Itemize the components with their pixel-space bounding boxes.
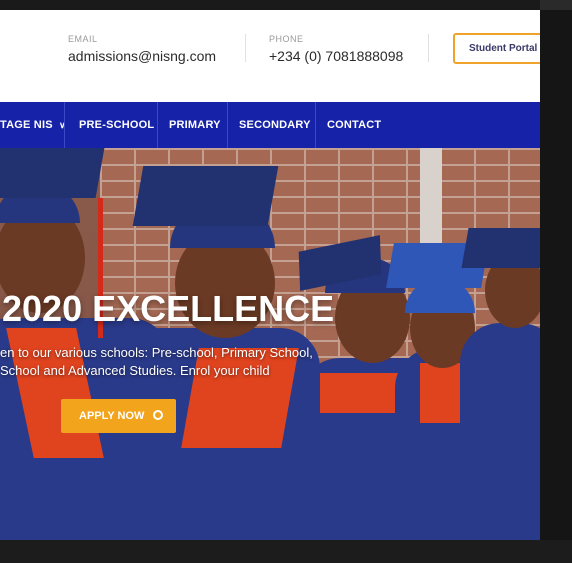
hero-title: 2020 EXCELLENCE xyxy=(2,288,335,329)
header-divider xyxy=(245,34,246,62)
screen-edge-bottom xyxy=(0,540,572,563)
hero-subtitle: en to our various schools: Pre-school, P… xyxy=(0,344,400,380)
screen-edge-right xyxy=(540,0,572,563)
hero-subtitle-line: School and Advanced Studies. Enrol your … xyxy=(0,363,270,378)
hero-banner: 2020 EXCELLENCE en to our various school… xyxy=(0,148,540,540)
nav-item-heritage[interactable]: TAGE NIS ∨ xyxy=(0,102,66,148)
phone-contact: PHONE +234 (0) 7081888098 xyxy=(269,34,403,64)
phone-value[interactable]: +234 (0) 7081888098 xyxy=(269,48,403,64)
student-portal-button[interactable]: Student Portal xyxy=(453,33,540,64)
header-divider xyxy=(428,34,429,62)
apply-now-button[interactable]: APPLY NOW xyxy=(61,399,176,433)
nav-item-contact[interactable]: CONTACT xyxy=(327,102,381,148)
nav-item-pre-school[interactable]: PRE-SCHOOL xyxy=(79,102,154,148)
circle-arrow-icon xyxy=(153,410,164,420)
email-contact: EMAIL admissions@nisng.com xyxy=(68,34,216,64)
browser-viewport: EMAIL admissions@nisng.com PHONE +234 (0… xyxy=(0,0,540,540)
email-label: EMAIL xyxy=(68,34,98,44)
hero-subtitle-line: en to our various schools: Pre-school, P… xyxy=(0,345,313,360)
nav-item-label: TAGE NIS xyxy=(0,119,53,131)
nav-divider xyxy=(64,102,65,148)
email-value[interactable]: admissions@nisng.com xyxy=(68,48,216,64)
apply-now-label: APPLY NOW xyxy=(79,410,145,422)
top-edge xyxy=(0,0,540,10)
nav-item-secondary[interactable]: SECONDARY xyxy=(239,102,311,148)
nav-divider xyxy=(157,102,158,148)
nav-divider xyxy=(227,102,228,148)
phone-label: PHONE xyxy=(269,34,304,44)
site-header: EMAIL admissions@nisng.com PHONE +234 (0… xyxy=(0,10,540,102)
nav-divider xyxy=(315,102,316,148)
main-nav: TAGE NIS ∨ PRE-SCHOOL PRIMARY SECONDARY … xyxy=(0,102,540,148)
nav-item-primary[interactable]: PRIMARY xyxy=(169,102,221,148)
